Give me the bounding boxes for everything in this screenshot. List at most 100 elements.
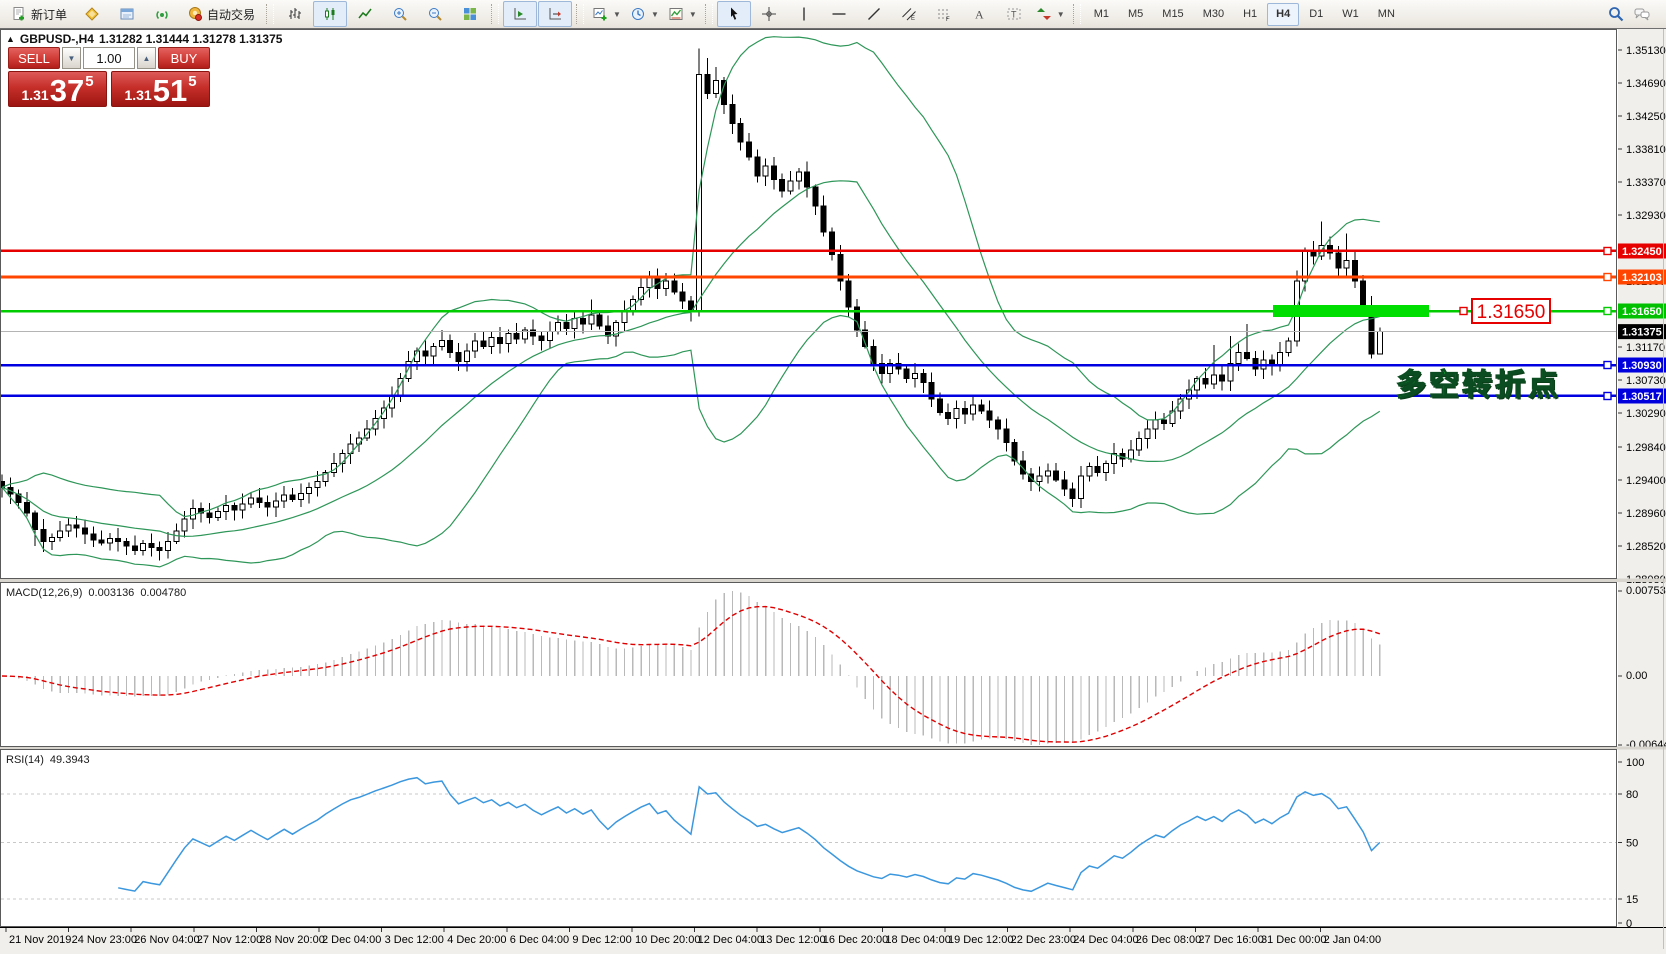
auto-scroll-button[interactable] <box>538 1 572 27</box>
svg-text:1.29400: 1.29400 <box>1626 475 1666 487</box>
signals-icon <box>154 6 170 22</box>
svg-text:80: 80 <box>1626 789 1638 801</box>
macd-value-main: 0.003136 <box>88 587 134 599</box>
equidistant-channel-icon: E <box>901 6 917 22</box>
rsi-header: RSI(14) 49.3943 <box>6 754 90 766</box>
svg-text:4 Dec 20:00: 4 Dec 20:00 <box>447 934 506 946</box>
timeframe-w1-button[interactable]: W1 <box>1333 3 1368 26</box>
timeframe-m1-button[interactable]: M1 <box>1085 3 1118 26</box>
vertical-line-button[interactable] <box>787 1 821 27</box>
svg-text:24 Nov 23:00: 24 Nov 23:00 <box>72 934 137 946</box>
svg-text:1.31170: 1.31170 <box>1626 342 1665 354</box>
text-icon: A <box>971 6 987 22</box>
zoom-out-button[interactable] <box>418 1 452 27</box>
svg-text:2 Jan 04:00: 2 Jan 04:00 <box>1324 934 1382 946</box>
timeframe-h1-button[interactable]: H1 <box>1234 3 1266 26</box>
timeframe-mn-button[interactable]: MN <box>1369 3 1404 26</box>
svg-text:1.34250: 1.34250 <box>1626 111 1666 123</box>
sell-button[interactable]: SELL <box>8 47 60 69</box>
bar-chart-button[interactable] <box>278 1 312 27</box>
toolbar: 新订单 自动交易 <box>0 0 1666 29</box>
svg-text:15: 15 <box>1626 894 1638 906</box>
terminal-button[interactable] <box>110 1 144 27</box>
buy-button[interactable]: BUY <box>158 47 210 69</box>
text-label-button[interactable]: T <box>997 1 1031 27</box>
search-icon[interactable] <box>1608 6 1624 22</box>
symbol-info: ▲ GBPUSD-,H4 1.31282 1.31444 1.31278 1.3… <box>6 32 282 46</box>
svg-text:1.32103: 1.32103 <box>1622 272 1662 284</box>
arrows-button[interactable]: ▼ <box>1032 1 1069 27</box>
zoom-in-icon <box>392 6 408 22</box>
volume-down-button[interactable]: ▼ <box>62 47 81 69</box>
svg-text:1.35130: 1.35130 <box>1626 45 1666 57</box>
sell-price-box[interactable]: 1.31 37 5 <box>8 71 107 107</box>
svg-text:26 Nov 04:00: 26 Nov 04:00 <box>134 934 199 946</box>
templates-button[interactable]: ▼ <box>664 1 701 27</box>
timeframe-m30-button[interactable]: M30 <box>1194 3 1233 26</box>
line-chart-button[interactable] <box>348 1 382 27</box>
svg-text:1.30730: 1.30730 <box>1626 375 1666 387</box>
terminal-icon <box>119 6 135 22</box>
svg-text:12 Dec 04:00: 12 Dec 04:00 <box>698 934 763 946</box>
svg-text:27 Dec 16:00: 27 Dec 16:00 <box>1198 934 1263 946</box>
new-chart-button[interactable]: ▼ <box>588 1 625 27</box>
chart-shift-icon <box>512 6 528 22</box>
timeframe-m5-button[interactable]: M5 <box>1119 3 1152 26</box>
svg-text:16 Dec 20:00: 16 Dec 20:00 <box>823 934 888 946</box>
bar-chart-icon <box>287 6 303 22</box>
svg-text:T: T <box>1011 10 1017 20</box>
svg-text:E: E <box>911 16 915 22</box>
svg-text:0.00: 0.00 <box>1626 670 1647 682</box>
chat-icon[interactable] <box>1634 6 1650 22</box>
mt4-window: 新订单 自动交易 <box>0 0 1666 949</box>
crosshair-button[interactable] <box>752 1 786 27</box>
svg-text:19 Dec 12:00: 19 Dec 12:00 <box>948 934 1013 946</box>
volume-input[interactable] <box>83 47 135 69</box>
annotation-text: 多空转折点 <box>1396 360 1561 404</box>
buy-price-sup: 5 <box>188 74 196 89</box>
horizontal-line-icon <box>831 6 847 22</box>
new-chart-icon <box>592 6 608 22</box>
fibonacci-button[interactable]: F <box>927 1 961 27</box>
buy-price-big: 51 <box>153 77 187 105</box>
toolbar-separator <box>491 4 499 24</box>
autotrading-button[interactable]: 自动交易 <box>180 1 262 27</box>
sell-price-small: 1.31 <box>21 88 48 102</box>
horizontal-line-button[interactable] <box>822 1 856 27</box>
periods-button[interactable]: ▼ <box>626 1 663 27</box>
buy-price-box[interactable]: 1.31 51 5 <box>111 71 210 107</box>
timeframe-h4-button[interactable]: H4 <box>1267 3 1299 26</box>
svg-text:1.33370: 1.33370 <box>1626 177 1666 189</box>
zoom-in-button[interactable] <box>383 1 417 27</box>
tile-windows-button[interactable] <box>453 1 487 27</box>
chart-canvas[interactable]: 1.351301.346901.342501.338101.333701.329… <box>0 0 1666 954</box>
cursor-button[interactable] <box>717 1 751 27</box>
timeframe-d1-button[interactable]: D1 <box>1300 3 1332 26</box>
svg-text:100: 100 <box>1626 757 1644 769</box>
text-button[interactable]: A <box>962 1 996 27</box>
dropdown-arrow-icon: ▼ <box>651 10 659 19</box>
svg-text:1.31650: 1.31650 <box>1622 306 1662 318</box>
dropdown-arrow-icon: ▼ <box>613 10 621 19</box>
rsi-name: RSI(14) <box>6 754 44 766</box>
svg-text:10 Dec 20:00: 10 Dec 20:00 <box>635 934 700 946</box>
chart-shift-button[interactable] <box>503 1 537 27</box>
new-order-button[interactable]: 新订单 <box>4 1 74 27</box>
svg-text:0.007538: 0.007538 <box>1626 585 1666 597</box>
svg-text:1.31650: 1.31650 <box>1477 302 1546 323</box>
signals-button[interactable] <box>145 1 179 27</box>
fibonacci-icon: F <box>936 6 952 22</box>
volume-up-button[interactable]: ▲ <box>137 47 156 69</box>
svg-text:1.32930: 1.32930 <box>1626 210 1666 222</box>
trendline-button[interactable] <box>857 1 891 27</box>
sell-price-sup: 5 <box>85 74 93 89</box>
equidistant-channel-button[interactable]: E <box>892 1 926 27</box>
arrows-icon <box>1036 6 1052 22</box>
timeframe-m15-button[interactable]: M15 <box>1153 3 1192 26</box>
crosshair-icon <box>761 6 777 22</box>
candlestick-chart-button[interactable] <box>313 1 347 27</box>
candlestick-chart-icon <box>322 6 338 22</box>
svg-text:1.32450: 1.32450 <box>1622 246 1662 258</box>
svg-text:26 Dec 08:00: 26 Dec 08:00 <box>1136 934 1201 946</box>
profiles-button[interactable] <box>75 1 109 27</box>
